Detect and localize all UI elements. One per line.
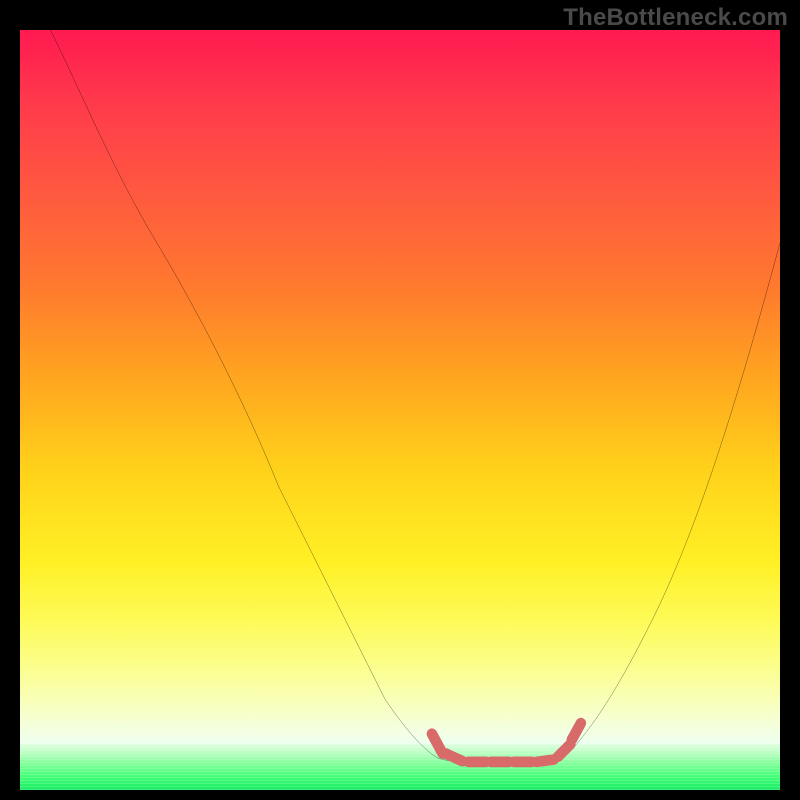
chart-frame: TheBottleneck.com (0, 0, 800, 800)
watermark-text: TheBottleneck.com (563, 4, 788, 32)
plot-green-bottom-band (20, 744, 780, 790)
plot-gradient-background (20, 30, 780, 790)
